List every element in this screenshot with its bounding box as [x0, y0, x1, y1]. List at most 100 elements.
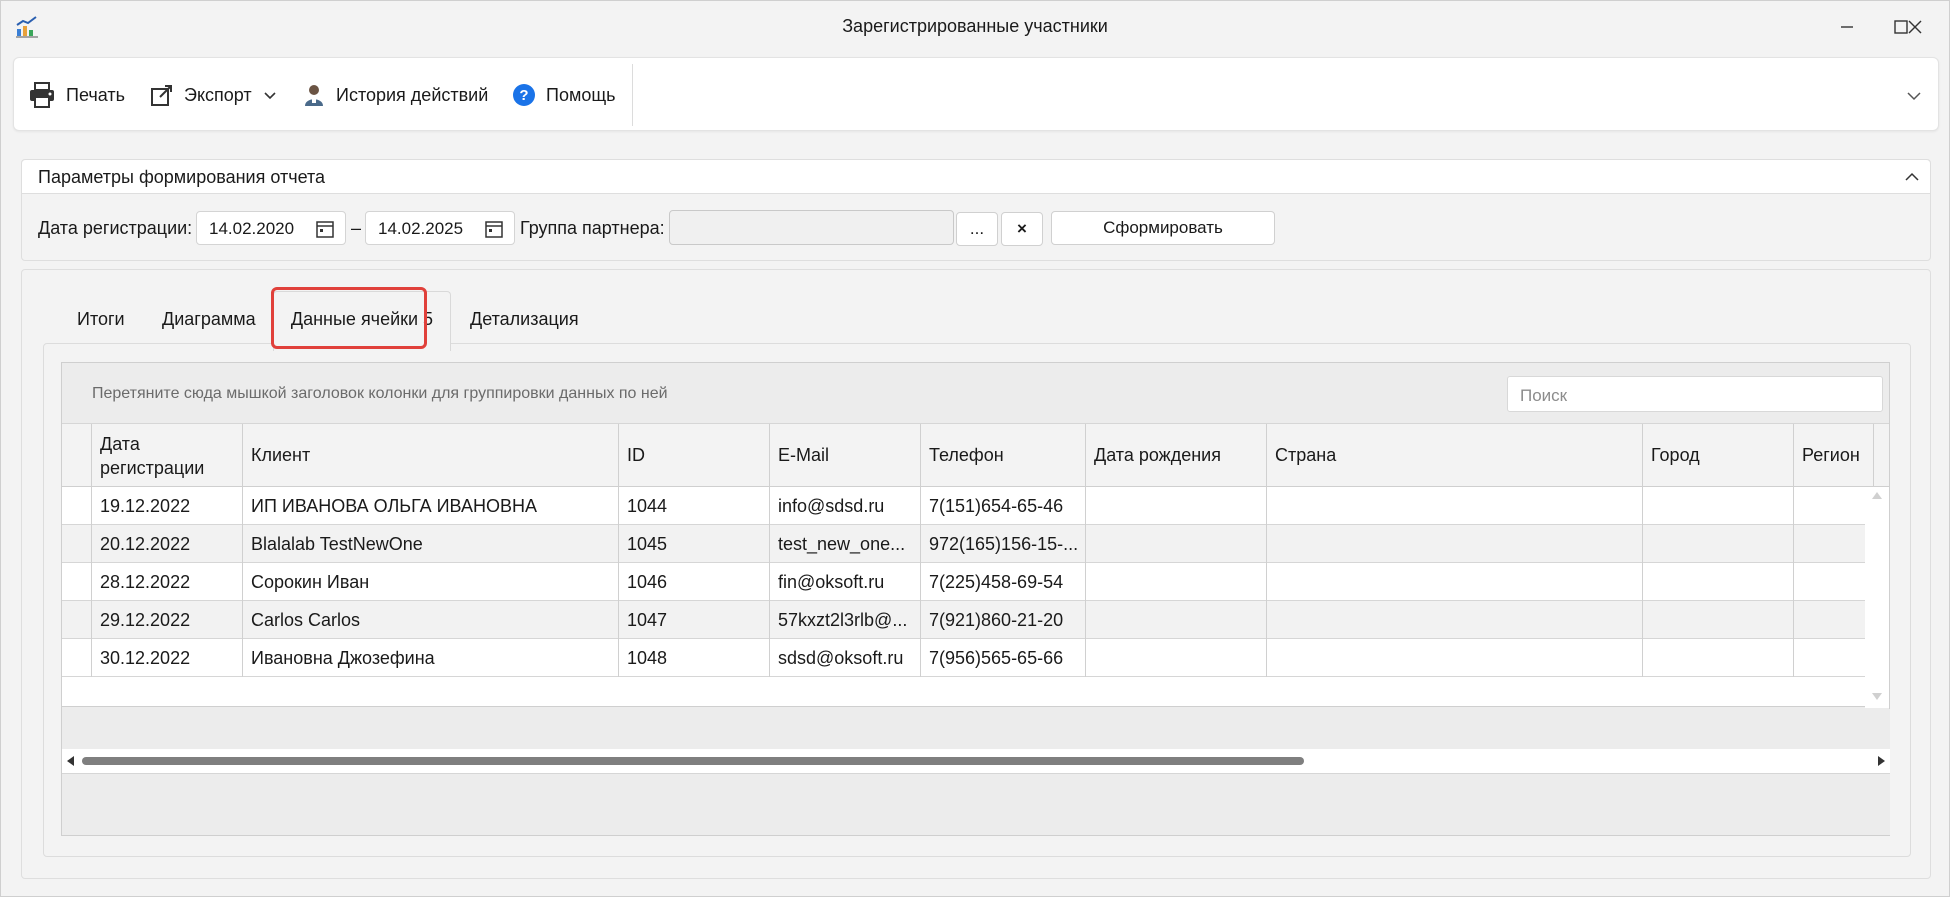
cell-phone[interactable]: 7(956)565-65-66: [921, 639, 1086, 677]
table-row[interactable]: 19.12.2022 ИП ИВАНОВА ОЛЬГА ИВАНОВНА 104…: [62, 487, 1865, 525]
tab-cell-data-label: Данные ячейки 5: [290, 309, 434, 329]
cell-region[interactable]: [1794, 487, 1865, 525]
cell-region[interactable]: [1794, 563, 1865, 601]
svg-text:?: ?: [519, 87, 528, 104]
table-row[interactable]: 30.12.2022 Ивановна Джозефина 1048 sdsd@…: [62, 639, 1865, 677]
cell-client[interactable]: Blalalab TestNewOne: [243, 525, 619, 563]
date-to-value: 14.02.2025: [378, 219, 464, 238]
cell-client[interactable]: ИП ИВАНОВА ОЛЬГА ИВАНОВНА: [243, 487, 619, 525]
cell-client[interactable]: Ивановна Джозефина: [243, 639, 619, 677]
scroll-down-icon: [1872, 693, 1882, 700]
toolbar-expand-button[interactable]: [1904, 86, 1924, 106]
cell-country[interactable]: [1267, 563, 1643, 601]
scroll-up-icon: [1872, 492, 1882, 499]
cell-email[interactable]: info@sdsd.ru: [770, 487, 921, 525]
params-header[interactable]: Параметры формирования отчета: [22, 160, 1930, 194]
minimize-button[interactable]: [1824, 9, 1870, 45]
cell-client[interactable]: Carlos Carlos: [243, 601, 619, 639]
cell-city[interactable]: [1643, 563, 1794, 601]
cell-birthdate[interactable]: [1086, 487, 1267, 525]
vertical-scrollbar[interactable]: [1865, 487, 1889, 708]
partner-group-field[interactable]: [669, 210, 954, 245]
close-button[interactable]: [1892, 9, 1938, 45]
cell-email[interactable]: fin@oksoft.ru: [770, 563, 921, 601]
cell-city[interactable]: [1643, 601, 1794, 639]
printer-icon: [30, 82, 54, 108]
cell-phone[interactable]: 7(225)458-69-54: [921, 563, 1086, 601]
cell-id[interactable]: 1045: [619, 525, 770, 563]
cell-city[interactable]: [1643, 639, 1794, 677]
group-by-panel[interactable]: Перетяните сюда мышкой заголовок колонки…: [62, 363, 1889, 424]
print-label: Печать: [66, 84, 125, 105]
browse-button[interactable]: ...: [956, 212, 998, 246]
clear-button[interactable]: ×: [1001, 212, 1043, 246]
column-header-reg-date[interactable]: Дата регистрации: [92, 424, 243, 487]
date-separator: –: [351, 218, 362, 238]
column-header-line: регистрации: [100, 458, 205, 478]
cell-id[interactable]: 1046: [619, 563, 770, 601]
cell-region[interactable]: [1794, 601, 1865, 639]
cell-phone[interactable]: 7(921)860-21-20: [921, 601, 1086, 639]
registration-date-label: Дата регистрации:: [38, 218, 193, 238]
date-from-field[interactable]: 14.02.2020: [196, 211, 346, 245]
history-button[interactable]: История действий: [302, 80, 488, 110]
cell-region[interactable]: [1794, 639, 1865, 677]
partner-group-label: Группа партнера:: [520, 218, 665, 238]
row-indicator: [62, 601, 92, 639]
tab-totals[interactable]: Итоги: [77, 309, 125, 330]
export-dropdown[interactable]: Экспорт: [150, 80, 278, 110]
generate-button[interactable]: Сформировать: [1051, 211, 1275, 245]
export-label: Экспорт: [184, 84, 252, 105]
cell-birthdate[interactable]: [1086, 639, 1267, 677]
tab-chart[interactable]: Диаграмма: [162, 309, 256, 330]
cell-id[interactable]: 1047: [619, 601, 770, 639]
cell-city[interactable]: [1643, 525, 1794, 563]
close-icon: [1908, 20, 1922, 34]
horizontal-scroll-thumb[interactable]: [82, 757, 1304, 765]
table-row[interactable]: 20.12.2022 Blalalab TestNewOne 1045 test…: [62, 525, 1865, 563]
chevron-down-icon: [1907, 92, 1921, 101]
row-indicator: [62, 487, 92, 525]
column-header-client[interactable]: Клиент: [243, 424, 619, 487]
column-header-id[interactable]: ID: [619, 424, 770, 487]
chevron-up-icon[interactable]: [1902, 167, 1922, 187]
date-to-field[interactable]: 14.02.2025: [365, 211, 515, 245]
column-header-city[interactable]: Город: [1643, 424, 1794, 487]
cell-id[interactable]: 1044: [619, 487, 770, 525]
column-header-email[interactable]: E-Mail: [770, 424, 921, 487]
table-row[interactable]: 28.12.2022 Сорокин Иван 1046 fin@oksoft.…: [62, 563, 1865, 601]
cell-country[interactable]: [1267, 525, 1643, 563]
cell-reg-date[interactable]: 20.12.2022: [92, 525, 243, 563]
cell-birthdate[interactable]: [1086, 601, 1267, 639]
cell-birthdate[interactable]: [1086, 525, 1267, 563]
cell-client[interactable]: Сорокин Иван: [243, 563, 619, 601]
column-header-region[interactable]: Регион: [1794, 424, 1874, 487]
cell-email[interactable]: 57kxzt2l3rlb@...: [770, 601, 921, 639]
cell-country[interactable]: [1267, 639, 1643, 677]
cell-birthdate[interactable]: [1086, 563, 1267, 601]
cell-reg-date[interactable]: 28.12.2022: [92, 563, 243, 601]
column-header-country[interactable]: Страна: [1267, 424, 1643, 487]
horizontal-scrollbar[interactable]: [62, 749, 1890, 773]
search-input[interactable]: Поиск: [1507, 376, 1883, 412]
row-indicator: [62, 525, 92, 563]
cell-reg-date[interactable]: 19.12.2022: [92, 487, 243, 525]
cell-reg-date[interactable]: 30.12.2022: [92, 639, 243, 677]
tab-cell-data[interactable]: Данные ячейки 5: [273, 291, 451, 351]
column-header-birthdate[interactable]: Дата рождения: [1086, 424, 1267, 487]
cell-phone[interactable]: 7(151)654-65-46: [921, 487, 1086, 525]
tab-details[interactable]: Детализация: [470, 309, 579, 330]
cell-email[interactable]: test_new_one...: [770, 525, 921, 563]
cell-country[interactable]: [1267, 601, 1643, 639]
cell-email[interactable]: sdsd@oksoft.ru: [770, 639, 921, 677]
print-button[interactable]: Печать: [28, 80, 125, 110]
cell-id[interactable]: 1048: [619, 639, 770, 677]
help-button[interactable]: ? Помощь: [512, 80, 616, 110]
cell-reg-date[interactable]: 29.12.2022: [92, 601, 243, 639]
cell-country[interactable]: [1267, 487, 1643, 525]
cell-region[interactable]: [1794, 525, 1865, 563]
table-row[interactable]: 29.12.2022 Carlos Carlos 1047 57kxzt2l3r…: [62, 601, 1865, 639]
cell-phone[interactable]: 972(165)156-15-...: [921, 525, 1086, 563]
cell-city[interactable]: [1643, 487, 1794, 525]
column-header-phone[interactable]: Телефон: [921, 424, 1086, 487]
